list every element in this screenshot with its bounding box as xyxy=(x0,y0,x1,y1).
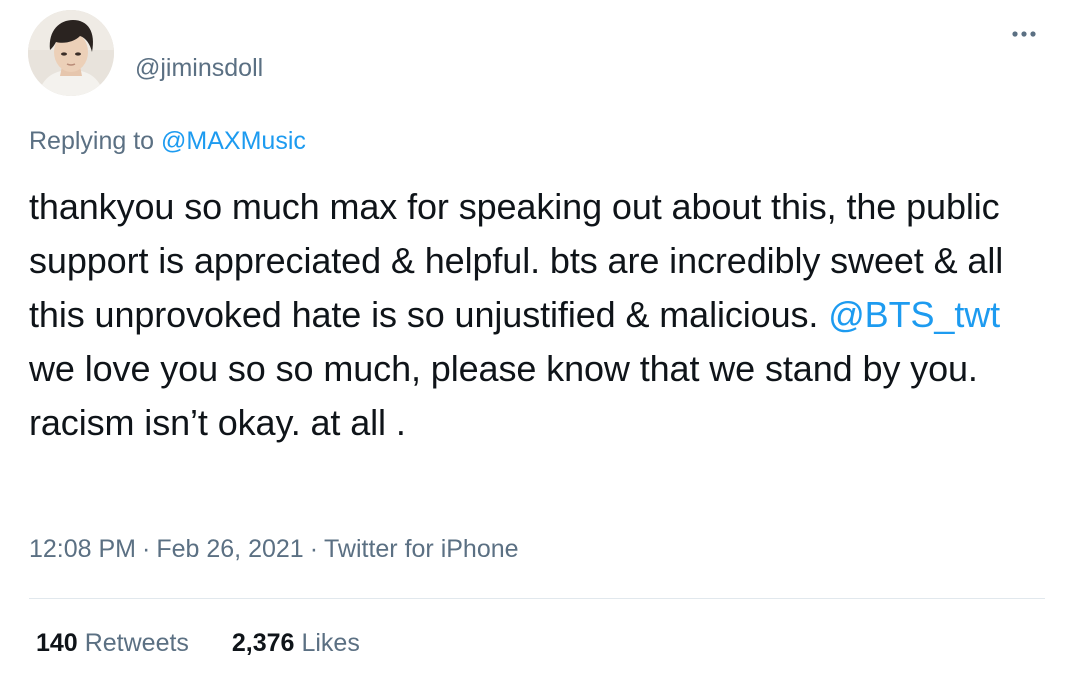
meta-separator: · xyxy=(142,535,151,563)
likes-count: 2,376 xyxy=(231,629,295,657)
avatar[interactable] xyxy=(28,10,114,96)
tweet-time[interactable]: 12:08 PM xyxy=(29,535,136,563)
tweet-metadata: 12:08 PM · Feb 26, 2021 · Twitter for iPhone xyxy=(29,533,519,565)
retweets-stat[interactable]: 140 Retweets xyxy=(36,629,189,657)
profile-photo-icon xyxy=(28,10,114,96)
more-horizontal-icon xyxy=(1012,31,1036,37)
replying-to-label: Replying to xyxy=(29,127,155,155)
reply-mention-link[interactable]: @MAXMusic xyxy=(161,127,306,155)
tweet-date[interactable]: Feb 26, 2021 xyxy=(156,535,303,563)
author-handle[interactable]: @jiminsdoll xyxy=(135,53,263,83)
more-options-button[interactable] xyxy=(1006,22,1042,46)
retweets-label: Retweets xyxy=(84,629,189,657)
engagement-stats: 140 Retweets 2,376 Likes xyxy=(36,627,396,659)
tweet-mention-link[interactable]: @BTS_twt xyxy=(828,294,1000,335)
replying-to-line: Replying to @MAXMusic xyxy=(29,125,306,157)
retweets-count: 140 xyxy=(36,629,78,657)
likes-stat[interactable]: 2,376 Likes xyxy=(232,629,360,657)
tweet-source[interactable]: Twitter for iPhone xyxy=(324,535,519,563)
divider xyxy=(29,598,1045,599)
meta-separator: · xyxy=(309,535,319,563)
tweet-text: thankyou so much max for speaking out ab… xyxy=(29,180,1039,450)
likes-label: Likes xyxy=(301,629,360,657)
tweet-text-part2: we love you so so much, please know that… xyxy=(29,348,978,443)
